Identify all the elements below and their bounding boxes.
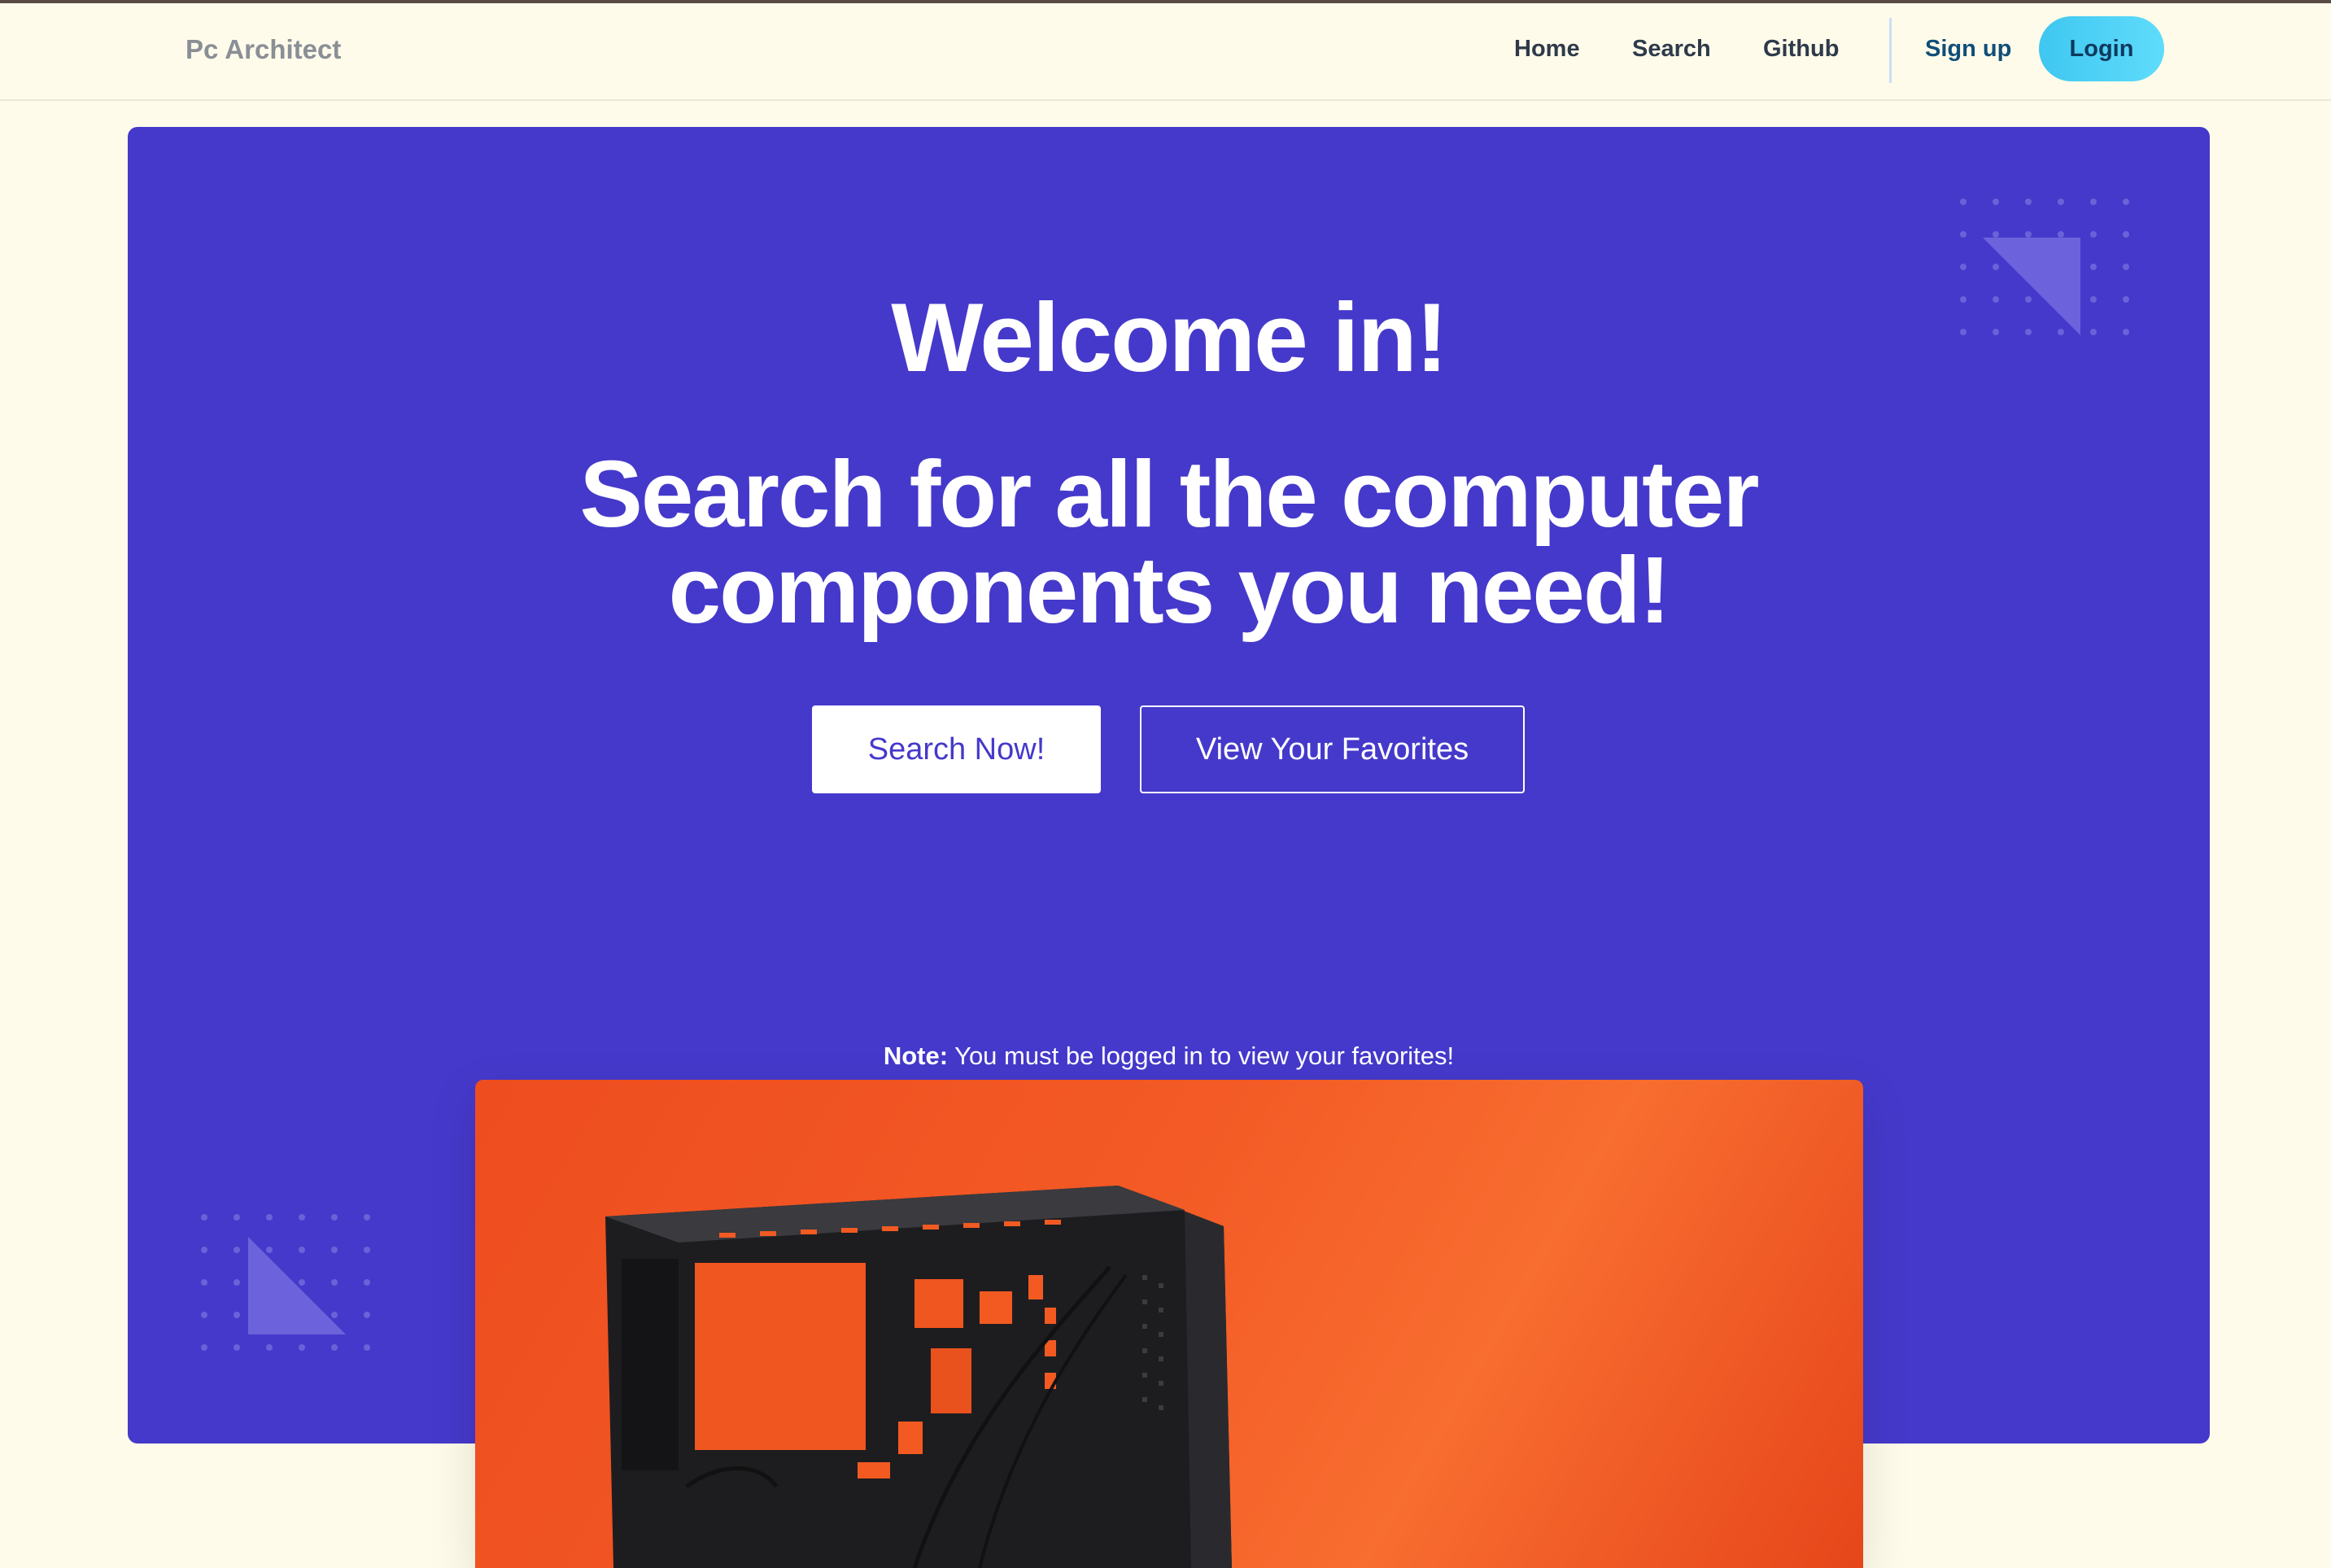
search-now-button[interactable]: Search Now! [812, 705, 1101, 793]
note-label: Note: [883, 1042, 949, 1070]
login-note: Note: You must be logged in to view your… [128, 1042, 2210, 1071]
hero-title: Welcome in! [891, 283, 1448, 392]
dot-grid-triangle-icon [201, 1214, 370, 1351]
brand-logo[interactable]: Pc Architect [186, 34, 341, 65]
view-favorites-button[interactable]: View Your Favorites [1140, 705, 1525, 793]
nav-link-search[interactable]: Search [1632, 36, 1711, 63]
pc-case-illustration [605, 1186, 1232, 1568]
hero-subtitle: Search for all the computer components y… [579, 441, 1760, 643]
nav-link-home[interactable]: Home [1514, 36, 1580, 63]
pc-case-image [475, 1080, 1863, 1568]
nav-link-github[interactable]: Github [1763, 36, 1839, 63]
nav-divider [1889, 18, 1892, 83]
note-text: You must be logged in to view your favor… [948, 1042, 1455, 1070]
signup-link[interactable]: Sign up [1925, 36, 2011, 63]
login-button[interactable]: Login [2039, 16, 2164, 81]
navbar: Pc Architect Home Search Github Sign up … [0, 3, 2331, 101]
